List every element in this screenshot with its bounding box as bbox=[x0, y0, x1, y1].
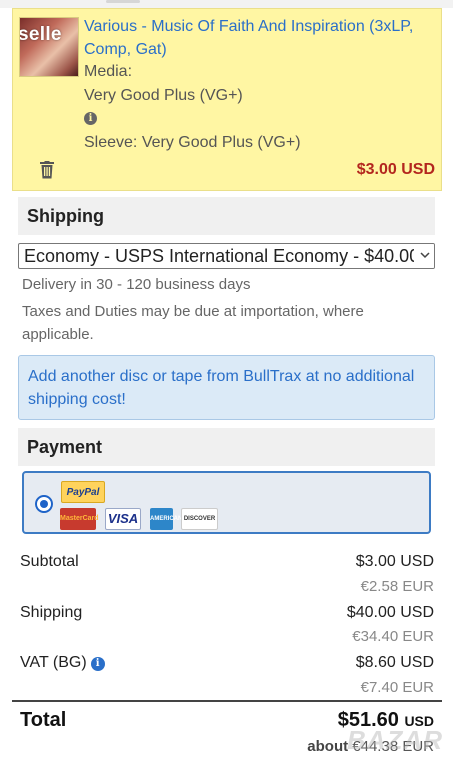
payment-heading: Payment bbox=[18, 428, 435, 466]
item-title-link[interactable]: Various - Music Of Faith And Inspiration… bbox=[84, 15, 434, 61]
total-currency: USD bbox=[404, 713, 434, 729]
vat-info-icon[interactable]: i bbox=[90, 657, 105, 671]
trash-icon[interactable] bbox=[39, 161, 55, 179]
vat-label: VAT (BG) bbox=[20, 654, 87, 671]
amex-logo: AMERICAN EXPRESS bbox=[150, 508, 182, 544]
subtotal-usd: $3.00 USD bbox=[355, 553, 434, 570]
media-label: Media: bbox=[84, 63, 133, 80]
total-usd: $51.60 USD bbox=[338, 709, 434, 732]
sleeve-condition: Sleeve: Very Good Plus (VG+) bbox=[84, 134, 301, 151]
info-icon[interactable]: i bbox=[84, 112, 97, 125]
total-about: about bbox=[307, 738, 349, 755]
total-eur: about €44.38 EUR bbox=[307, 738, 434, 755]
top-handle-bar bbox=[0, 0, 453, 8]
total-amount: $51.60 bbox=[337, 709, 399, 731]
shipping-notice: Add another disc or tape from BullTrax a… bbox=[18, 355, 435, 420]
shipping-cost-eur: €34.40 EUR bbox=[352, 628, 434, 645]
vat-usd: $8.60 USD bbox=[355, 654, 434, 671]
total-label: Total bbox=[20, 709, 67, 731]
cart-item: selle Various - Music Of Faith And Inspi… bbox=[12, 8, 442, 191]
subtotal-label: Subtotal bbox=[20, 553, 79, 570]
delivery-estimate: Delivery in 30 - 120 business days bbox=[22, 276, 251, 293]
vat-eur: €7.40 EUR bbox=[360, 679, 434, 696]
item-thumbnail[interactable]: selle bbox=[19, 17, 79, 77]
mastercard-logo: MasterCard bbox=[60, 508, 99, 530]
drag-handle bbox=[106, 0, 140, 3]
payment-method-option[interactable]: PayPal MasterCard VISA AMERICAN EXPRESS … bbox=[22, 471, 431, 544]
shipping-method-select[interactable]: Economy - USPS International Economy - $… bbox=[18, 243, 435, 269]
shipping-cost-label: Shipping bbox=[20, 604, 83, 621]
shipping-heading: Shipping bbox=[18, 197, 435, 235]
media-condition: Very Good Plus (VG+) bbox=[84, 87, 243, 104]
visa-logo: VISA bbox=[105, 508, 141, 530]
discover-logo: DISCOVER bbox=[181, 508, 218, 530]
paypal-logo: PayPal bbox=[61, 481, 105, 503]
total-divider bbox=[12, 700, 442, 702]
shipping-cost-usd: $40.00 USD bbox=[346, 604, 434, 621]
shipping-notice-text[interactable]: Add another disc or tape from BullTrax a… bbox=[28, 368, 414, 408]
chevron-down-icon bbox=[420, 252, 430, 259]
total-eur-value: €44.38 EUR bbox=[352, 738, 434, 755]
item-price: $3.00 USD bbox=[356, 161, 435, 178]
thumbnail-overlay-text: selle bbox=[19, 24, 62, 45]
vat-row-label: VAT (BG) i bbox=[20, 654, 105, 672]
shipping-selected-option: Economy - USPS International Economy - $… bbox=[24, 246, 420, 266]
payment-radio[interactable] bbox=[35, 495, 53, 513]
taxes-note: Taxes and Duties may be due at importati… bbox=[22, 303, 364, 343]
subtotal-eur: €2.58 EUR bbox=[360, 578, 434, 595]
